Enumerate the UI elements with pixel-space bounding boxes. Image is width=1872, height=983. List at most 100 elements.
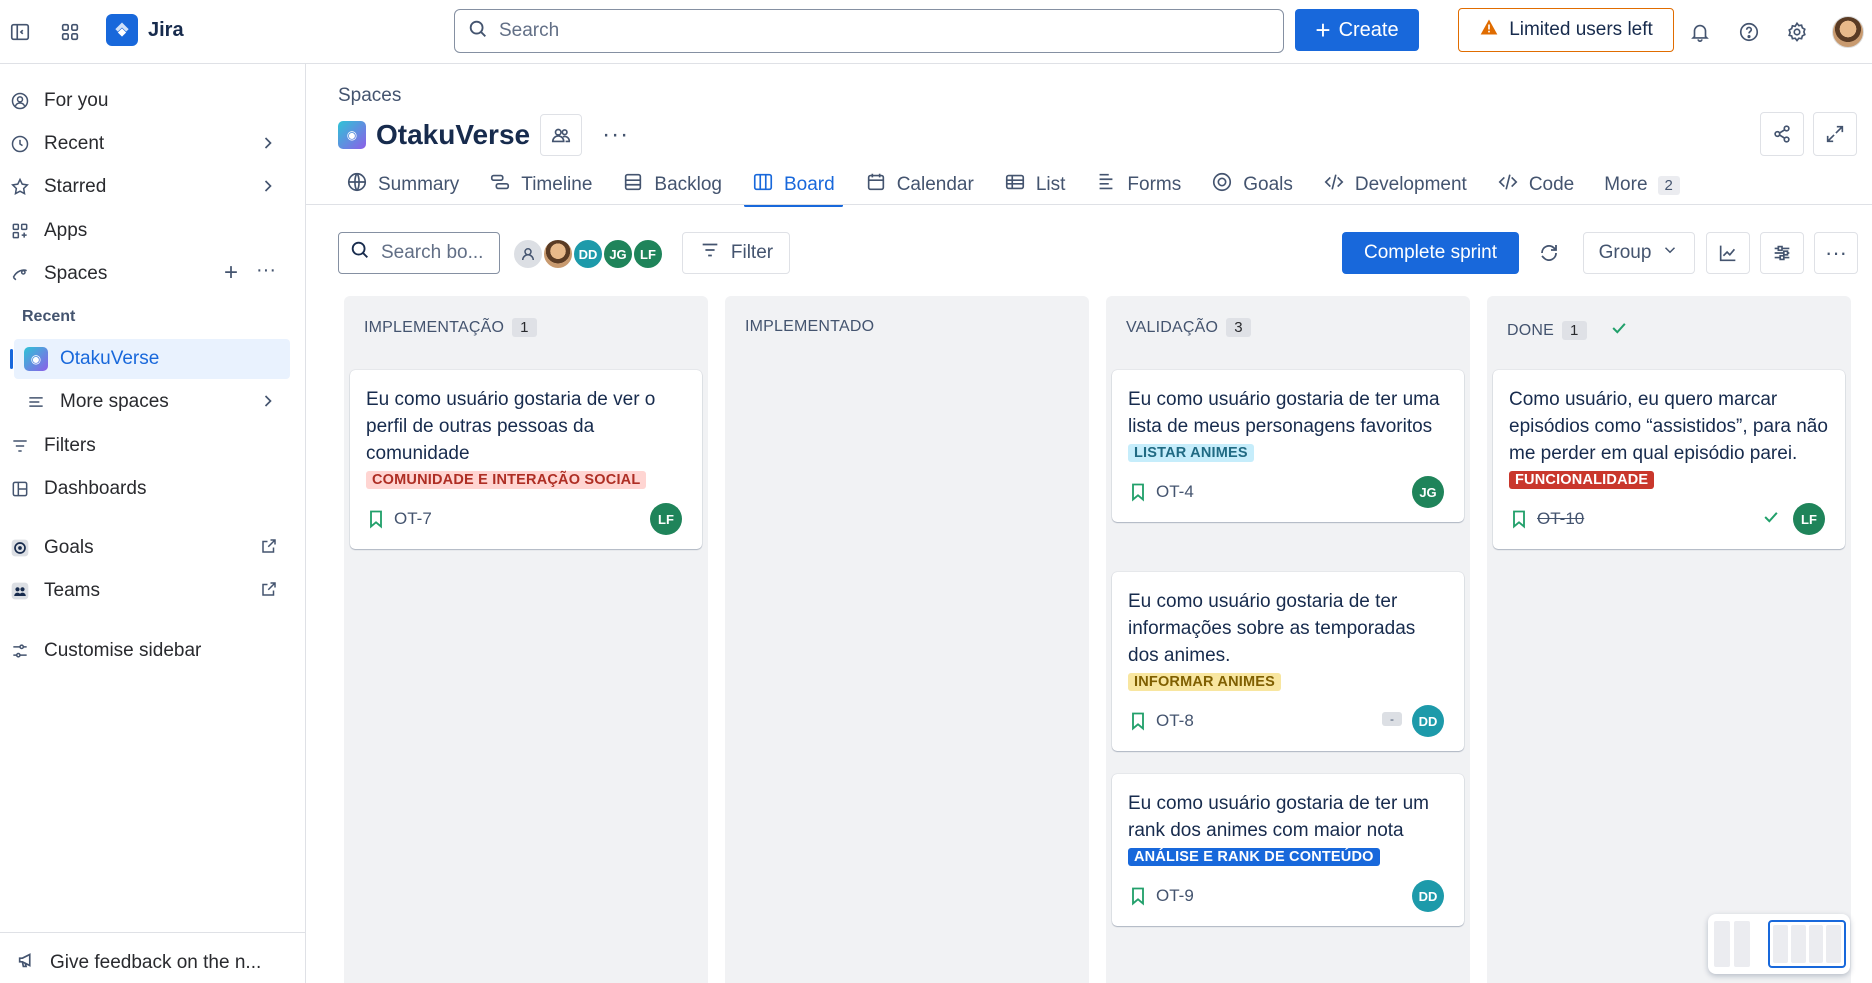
issue-key[interactable]: OT-7: [394, 509, 432, 529]
list-icon: [24, 390, 48, 414]
sidebar-item-apps[interactable]: Apps: [8, 211, 290, 251]
tab-list[interactable]: List: [996, 166, 1074, 204]
assignee-avatar[interactable]: DD: [1412, 705, 1444, 737]
issue-key[interactable]: OT-9: [1156, 886, 1194, 906]
team-members-button[interactable]: [540, 114, 583, 156]
tab-more[interactable]: More 2: [1596, 166, 1688, 204]
issue-card[interactable]: Como usuário, eu quero marcar episódios …: [1493, 370, 1845, 549]
release-button[interactable]: [1527, 232, 1571, 274]
dashboard-icon: [8, 477, 32, 501]
board-search[interactable]: Search bo...: [338, 232, 500, 274]
done-check-icon: [1609, 318, 1629, 343]
story-bookmark-icon: [1128, 886, 1148, 906]
issue-key[interactable]: OT-8: [1156, 711, 1194, 731]
share-button[interactable]: [1760, 112, 1804, 156]
sidebar-item-dashboards[interactable]: Dashboards: [8, 469, 290, 509]
create-button[interactable]: + Create: [1295, 9, 1419, 51]
column-count: 1: [1562, 321, 1587, 340]
more-options-icon[interactable]: ···: [256, 259, 276, 282]
view-settings-button[interactable]: [1760, 232, 1804, 274]
avatar-lf[interactable]: LF: [632, 238, 664, 270]
assignee-avatar[interactable]: DD: [1412, 880, 1444, 912]
more-actions-icon[interactable]: ···: [592, 121, 639, 149]
issue-card[interactable]: Eu como usuário gostaria de ter um rank …: [1112, 774, 1464, 926]
story-bookmark-icon: [1128, 711, 1148, 731]
plus-icon: +: [1315, 15, 1331, 45]
tab-development[interactable]: Development: [1315, 166, 1475, 204]
assignee-avatar[interactable]: LF: [650, 503, 682, 535]
sidebar-item-goals[interactable]: Goals: [8, 528, 290, 568]
minimap-column: [1714, 921, 1730, 967]
sidebar-item-label: Customise sidebar: [44, 640, 202, 661]
issue-key[interactable]: OT-10: [1537, 509, 1584, 529]
tab-board[interactable]: Board: [744, 166, 843, 207]
issue-card[interactable]: Eu como usuário gostaria de ver o perfil…: [350, 370, 702, 549]
tab-forms[interactable]: Forms: [1087, 166, 1189, 204]
help-icon[interactable]: [1731, 14, 1767, 50]
tab-count-badge: 2: [1657, 175, 1680, 195]
goals-icon: [8, 536, 32, 560]
external-link-icon: [260, 580, 278, 604]
chart-line-icon: [1719, 245, 1736, 262]
card-title: Eu como usuário gostaria de ver o perfil…: [366, 389, 656, 464]
issue-card[interactable]: Eu como usuário gostaria de ter uma list…: [1112, 370, 1464, 522]
search-input[interactable]: [499, 20, 1259, 42]
project-avatar-icon: ◉: [338, 121, 366, 149]
avatar-jg[interactable]: JG: [602, 238, 634, 270]
minimap-viewport[interactable]: [1768, 920, 1846, 968]
sidebar: For you Recent Starred Apps Spaces + ···…: [0, 64, 306, 983]
column-title: VALIDAÇÃO: [1126, 318, 1219, 336]
feedback-label: Give feedback on the n...: [50, 951, 262, 973]
sidebar-item-filters[interactable]: Filters: [8, 426, 290, 466]
app-switcher-icon[interactable]: [52, 14, 88, 50]
sidebar-item-for-you[interactable]: For you: [8, 81, 290, 121]
sidebar-item-starred[interactable]: Starred: [8, 167, 290, 207]
assignee-avatar[interactable]: JG: [1412, 476, 1444, 508]
story-bookmark-icon: [1128, 482, 1148, 502]
insights-button[interactable]: [1706, 232, 1750, 274]
breadcrumb[interactable]: Spaces: [338, 85, 401, 107]
megaphone-icon: [16, 949, 38, 977]
chevron-down-icon: [1661, 241, 1679, 265]
issue-card[interactable]: Eu como usuário gostaria de ter informaç…: [1112, 572, 1464, 751]
complete-sprint-button[interactable]: Complete sprint: [1342, 232, 1519, 274]
global-search[interactable]: [454, 9, 1284, 53]
sidebar-item-spaces[interactable]: Spaces + ···: [8, 254, 290, 294]
tab-label: Board: [784, 174, 835, 195]
fullscreen-button[interactable]: [1813, 112, 1857, 156]
board-minimap[interactable]: [1708, 914, 1850, 974]
sidebar-item-teams[interactable]: Teams: [8, 571, 290, 611]
unassigned-avatar-icon[interactable]: [512, 238, 544, 270]
done-check-icon: [1761, 507, 1781, 532]
sidebar-item-more-spaces[interactable]: More spaces: [24, 382, 290, 422]
group-dropdown[interactable]: Group: [1583, 232, 1695, 274]
sidebar-toggle-icon[interactable]: [2, 14, 38, 50]
star-icon: [8, 175, 32, 199]
forms-icon: [1095, 171, 1117, 199]
sidebar-item-recent[interactable]: Recent: [8, 124, 290, 164]
estimate-badge[interactable]: -: [1382, 712, 1402, 726]
tab-summary[interactable]: Summary: [338, 166, 467, 204]
settings-gear-icon[interactable]: [1779, 14, 1815, 50]
filter-button[interactable]: Filter: [682, 232, 790, 274]
tab-timeline[interactable]: Timeline: [481, 166, 600, 204]
sidebar-item-customise[interactable]: Customise sidebar: [8, 631, 290, 671]
user-photo-avatar[interactable]: [542, 238, 574, 270]
add-space-icon[interactable]: +: [224, 259, 238, 287]
tab-goals[interactable]: Goals: [1203, 166, 1301, 204]
story-bookmark-icon: [366, 509, 386, 529]
notifications-icon[interactable]: [1682, 14, 1718, 50]
assignee-avatar[interactable]: LF: [1793, 503, 1825, 535]
board-more-button[interactable]: ···: [1814, 232, 1858, 274]
jira-logo[interactable]: Jira: [106, 14, 184, 46]
user-circle-icon: [8, 89, 32, 113]
avatar-dd[interactable]: DD: [572, 238, 604, 270]
give-feedback-button[interactable]: Give feedback on the n...: [0, 932, 305, 983]
tab-backlog[interactable]: Backlog: [614, 166, 730, 204]
tab-calendar[interactable]: Calendar: [857, 166, 982, 204]
sidebar-item-otakuverse[interactable]: ◉ OtakuVerse: [10, 339, 290, 379]
tab-code[interactable]: Code: [1489, 166, 1582, 204]
profile-avatar[interactable]: [1832, 16, 1864, 48]
limited-users-button[interactable]: Limited users left: [1458, 8, 1674, 52]
issue-key[interactable]: OT-4: [1156, 482, 1194, 502]
